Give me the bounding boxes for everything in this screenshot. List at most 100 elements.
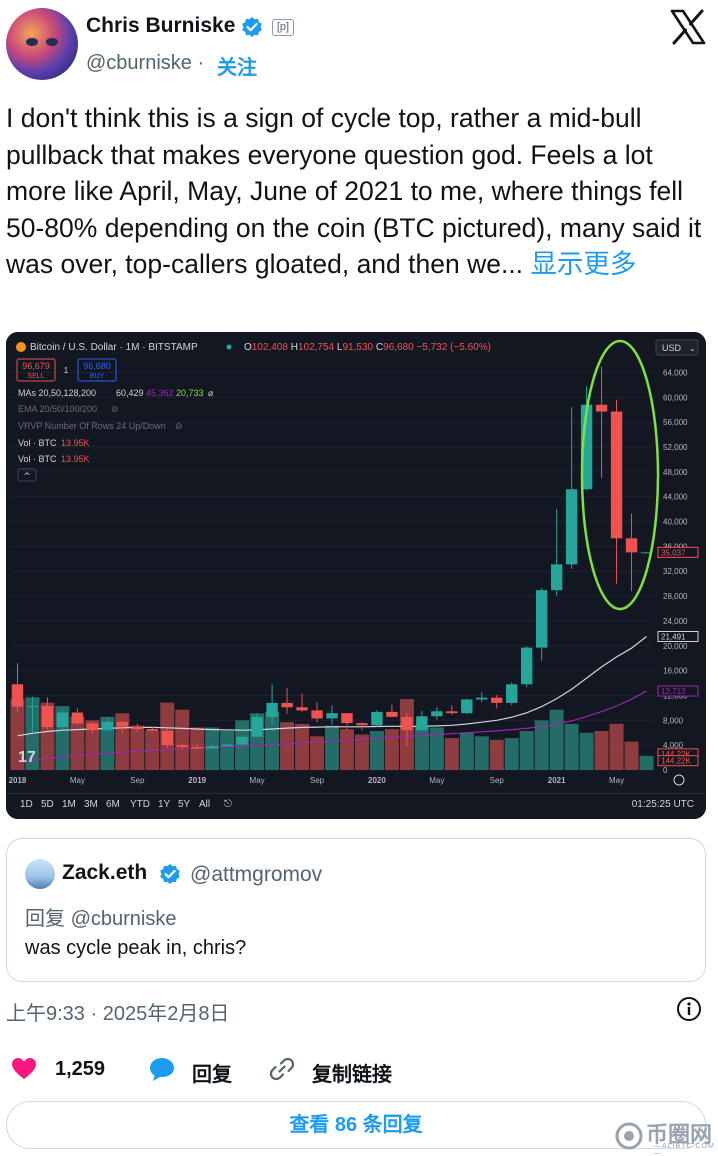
volume-bar (414, 725, 429, 770)
volume-bar (624, 741, 639, 770)
candle-body (461, 699, 473, 714)
x-logo-icon[interactable] (669, 8, 707, 46)
volume-bar (175, 709, 190, 770)
volume-bar (504, 738, 519, 770)
candle-body (565, 489, 578, 565)
candle-body (161, 730, 173, 746)
candle-body (610, 411, 623, 539)
candle-body (401, 716, 413, 731)
ma-value-1: 60,429 (116, 388, 144, 398)
candle-body (41, 706, 54, 728)
copy-link-button[interactable]: 复制链接 (312, 1058, 392, 1087)
volume-bar (339, 729, 354, 770)
candle-body (550, 564, 563, 591)
candle-body (236, 736, 248, 745)
btc-logo-icon (16, 342, 26, 352)
date-range-icon[interactable]: ⎋ (224, 799, 232, 810)
candle-body (101, 721, 114, 731)
author-name[interactable]: Chris Burniske (86, 14, 235, 38)
range-1d[interactable]: 1D (20, 799, 33, 810)
range-5d[interactable]: 5D (41, 799, 54, 810)
like-heart-icon[interactable] (10, 1055, 38, 1083)
volume-bar (579, 732, 594, 770)
quote-author-name[interactable]: Zack.eth (62, 861, 147, 885)
currency-label: USD (662, 343, 682, 353)
like-count[interactable]: 1,259 (55, 1058, 105, 1081)
author-avatar[interactable] (6, 8, 78, 80)
range-ytd[interactable]: YTD (130, 799, 150, 810)
volume-bar (489, 739, 504, 770)
quote-reply-context: 回复 @cburniske (25, 902, 176, 931)
quote-author-handle[interactable]: @attmgromov (190, 863, 322, 887)
candle-body (191, 747, 203, 749)
y-tick-label: 40,000 (663, 518, 688, 527)
volume-bar (384, 729, 399, 770)
view-replies-button[interactable]: 查看 86 条回复 (6, 1101, 706, 1149)
follow-button[interactable]: 关注 (217, 51, 257, 80)
author-handle-text: @cburniske (86, 52, 192, 74)
mas-label: MAs 20,50,128,200 (18, 388, 96, 398)
range-6m[interactable]: 6M (106, 799, 120, 810)
y-tick-label: 8,000 (663, 716, 684, 725)
y-tick-label: 64,000 (663, 368, 688, 377)
info-icon[interactable] (676, 996, 702, 1022)
range-1y[interactable]: 1Y (158, 799, 170, 810)
range-5y[interactable]: 5Y (178, 799, 190, 810)
range-3m[interactable]: 3M (84, 799, 98, 810)
candle-body (176, 745, 188, 748)
reply-button[interactable]: 回复 (192, 1058, 232, 1087)
candle-body (326, 713, 338, 719)
y-tick-label: 20,000 (663, 642, 688, 651)
ohlc-value: 91,530 (342, 342, 375, 353)
ma-value-4: ⌀ (208, 388, 214, 398)
tweet-actions: 1,259 回复 复制链接 (0, 1052, 718, 1092)
candle-body (595, 404, 608, 412)
tradingview-logo-icon[interactable]: 17 (18, 749, 36, 766)
watermark-logo-icon (615, 1122, 643, 1150)
chart-image[interactable]: 64,000 60,000 56,000 52,000 48,000 44,000 40,0… (6, 332, 706, 819)
chart-range-bar: 1D 5D 1M 3M 6M YTD 1Y 5Y All ⎋ 01:25:25 … (6, 793, 706, 819)
site-watermark: 币圈网 —ALIBTC.COM— (610, 1117, 718, 1156)
x-tick-label: May (250, 776, 265, 785)
price-tag-label: 144.22K (661, 757, 691, 766)
y-tick-label: 0 (663, 766, 668, 775)
volume-bar (459, 732, 474, 770)
volume-bar (280, 722, 295, 770)
x-tick-label: 2020 (368, 776, 386, 785)
eye-hidden-icon[interactable]: ⊘ (111, 405, 119, 415)
reply-to-label: 回复 (25, 908, 65, 930)
candle-body (251, 716, 263, 737)
candle-body (281, 702, 293, 708)
quoted-tweet[interactable]: Zack.eth @attmgromov 回复 @cburniske was c… (6, 838, 706, 982)
show-more-link[interactable]: 显示更多 (530, 249, 636, 279)
market-status-icon (226, 344, 232, 350)
candle-body (131, 726, 143, 729)
candle-body (26, 706, 39, 708)
quote-avatar[interactable] (25, 859, 55, 889)
tweet-timestamp[interactable]: 上午9:33 · 2025年2月8日 (6, 997, 229, 1026)
buy-price: 96,680 (83, 361, 111, 371)
x-tick-label: 2019 (188, 776, 206, 785)
volume-bar (594, 731, 609, 770)
range-1m[interactable]: 1M (62, 799, 76, 810)
volume-bar (444, 738, 459, 770)
range-all[interactable]: All (199, 799, 210, 810)
link-icon[interactable] (268, 1055, 296, 1083)
chart-clock[interactable]: 01:25:25 UTC (632, 799, 694, 810)
y-tick-label: 48,000 (663, 468, 688, 477)
candle-body (11, 684, 24, 707)
volume-bar (474, 736, 489, 770)
eye-hidden-icon[interactable]: ⊘ (175, 422, 183, 432)
sell-price: 96,679 (22, 361, 50, 371)
reply-bubble-icon[interactable] (148, 1055, 176, 1083)
x-tick-label: May (609, 776, 624, 785)
spread-value: 1 (64, 366, 69, 375)
candle-body (416, 716, 428, 731)
author-handle[interactable]: @cburniske · (86, 52, 204, 75)
handle-separator: · (197, 52, 205, 74)
reply-to-handle[interactable]: @cburniske (71, 908, 177, 930)
y-tick-label: 44,000 (663, 493, 688, 502)
candle-body (71, 712, 84, 724)
volume-bar (295, 723, 310, 770)
candle-body (506, 684, 518, 703)
